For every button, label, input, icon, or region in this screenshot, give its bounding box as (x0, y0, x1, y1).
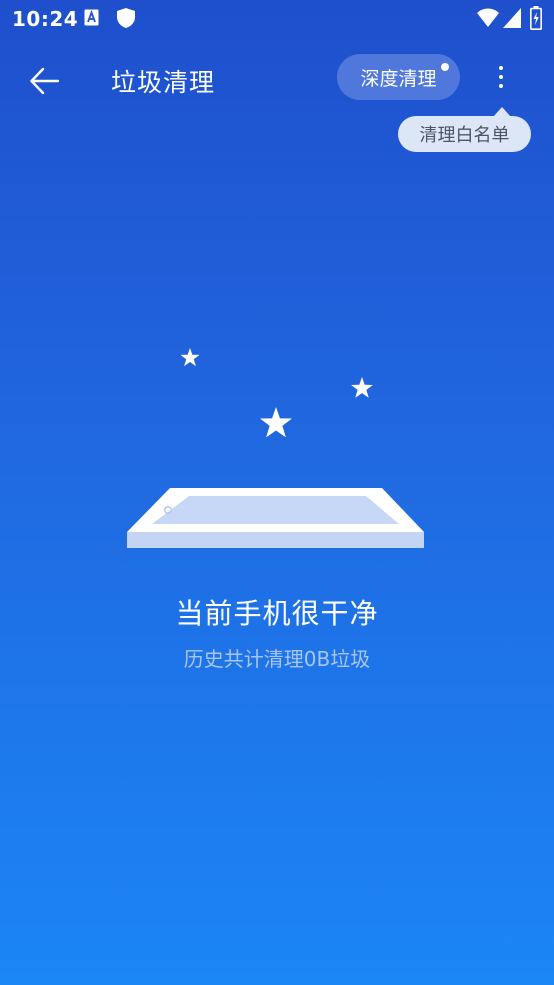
deep-clean-label: 深度清理 (360, 67, 437, 90)
clean-history-text: 历史共计清理0B垃圾 (183, 647, 371, 671)
star-icon (260, 407, 292, 438)
whitelist-tooltip-label: 清理白名单 (419, 125, 510, 146)
deep-clean-button[interactable]: 深度清理 (337, 54, 460, 100)
new-badge-dot (441, 63, 449, 71)
clean-illustration (127, 348, 424, 548)
shield-icon (117, 8, 135, 28)
page-title: 垃圾清理 (111, 68, 216, 97)
battery-icon (530, 6, 542, 30)
clean-tray-icon (127, 488, 424, 548)
status-time: 10:24 (12, 7, 79, 31)
wifi-icon (477, 8, 499, 27)
more-vert-icon (499, 66, 503, 70)
star-icon (180, 348, 200, 367)
status-bar: 10:24 (0, 0, 554, 38)
junk-clean-screen: 10:24 垃圾清理 深度清理 清理白名单 当前手机很干净 历史共计清理0B垃圾 (0, 0, 554, 985)
back-button[interactable] (22, 59, 66, 103)
star-icon (351, 377, 373, 398)
more-options-button[interactable] (486, 59, 516, 95)
clean-status-headline: 当前手机很干净 (175, 597, 379, 630)
arrow-left-icon (30, 67, 59, 95)
whitelist-tooltip[interactable]: 清理白名单 (398, 116, 531, 152)
app-bar: 垃圾清理 深度清理 (0, 45, 554, 115)
signal-icon (503, 8, 521, 28)
a-notification-icon (84, 9, 99, 26)
